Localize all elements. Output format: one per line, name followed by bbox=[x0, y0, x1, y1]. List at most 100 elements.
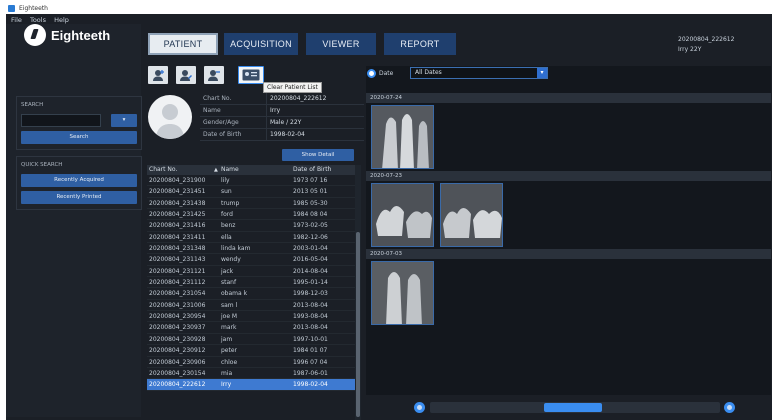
patient-chart-cell: 20200804_231054 bbox=[149, 290, 206, 298]
column-header-name[interactable]: Name bbox=[221, 165, 239, 175]
patient-name-cell: sam l bbox=[221, 301, 238, 309]
delete-patient-button[interactable] bbox=[204, 66, 224, 84]
patient-name-cell: trump bbox=[221, 199, 240, 207]
recently-printed-button[interactable]: Recently Printed bbox=[21, 191, 137, 204]
logo-text: Eighteeth bbox=[51, 27, 111, 43]
clear-patient-list-button[interactable] bbox=[238, 66, 264, 84]
patient-chart-cell: 20200804_230928 bbox=[149, 335, 206, 343]
info-value: Male / 22Y bbox=[266, 117, 364, 128]
patient-row[interactable]: 20200804_230937 mark 2013-08-04 bbox=[147, 322, 355, 334]
patient-row[interactable]: 20200804_230154 mia 1987-06-01 bbox=[147, 368, 355, 380]
patient-name-cell: stanf bbox=[221, 279, 237, 287]
remove-user-icon bbox=[208, 69, 220, 81]
patient-dob-cell: 1996 07 04 bbox=[293, 358, 328, 366]
patient-dob-cell: 1998-12-03 bbox=[293, 290, 328, 298]
column-header-dob[interactable]: Date of Birth bbox=[293, 165, 331, 175]
patient-row[interactable]: 20200804_231121 jack 2014-08-04 bbox=[147, 266, 355, 278]
date-group-header: 2020-07-03 bbox=[366, 249, 771, 259]
date-radio-button[interactable] bbox=[367, 69, 376, 78]
patient-dob-cell: 2014-08-04 bbox=[293, 267, 328, 275]
date-filter-value: All Dates bbox=[415, 69, 442, 76]
logo-mark-icon bbox=[24, 24, 46, 46]
patient-dob-cell: 1998-02-04 bbox=[293, 381, 328, 389]
patient-row[interactable]: 20200804_231411 ella 1982-12-06 bbox=[147, 232, 355, 244]
info-value: 1998-02-04 bbox=[266, 129, 364, 140]
info-value: Irry bbox=[266, 105, 364, 116]
menu-file[interactable]: File bbox=[11, 16, 22, 24]
xray-thumbnail[interactable] bbox=[371, 261, 434, 325]
patient-chart-cell: 20200804_231143 bbox=[149, 256, 206, 264]
patient-dob-cell: 1984 01 07 bbox=[293, 347, 328, 355]
current-user-id: 20200804_222612 bbox=[678, 36, 735, 43]
add-patient-button[interactable] bbox=[148, 66, 168, 84]
patient-list-header: Chart No. ▲ Name Date of Birth bbox=[147, 165, 355, 175]
patient-row[interactable]: 20200804_231006 sam l 2013-08-04 bbox=[147, 300, 355, 312]
current-user-info: 20200804_222612 Irry 22Y bbox=[678, 35, 734, 55]
date-group-header: 2020-07-24 bbox=[366, 93, 771, 103]
info-row-chart-no: Chart No. 20200804_222612 bbox=[200, 93, 364, 105]
xray-thumbnail[interactable] bbox=[371, 183, 434, 247]
info-row-dob: Date of Birth 1998-02-04 bbox=[200, 129, 364, 141]
patient-row[interactable]: 20200804_231348 linda kam 2003-01-04 bbox=[147, 243, 355, 255]
tab-viewer[interactable]: VIEWER bbox=[306, 33, 376, 55]
patient-chart-cell: 20200804_230937 bbox=[149, 324, 206, 332]
person-icon bbox=[156, 104, 184, 139]
next-page-button[interactable] bbox=[724, 402, 735, 413]
tab-patient[interactable]: PATIENT bbox=[148, 33, 218, 55]
search-input[interactable] bbox=[21, 114, 101, 127]
patient-row[interactable]: 20200804_231438 trump 1985 05-30 bbox=[147, 198, 355, 210]
patient-dob-cell: 2013-08-04 bbox=[293, 301, 328, 309]
patient-chart-cell: 20200804_231348 bbox=[149, 245, 206, 253]
search-type-dropdown[interactable]: ▾ bbox=[111, 114, 137, 127]
xray-thumbnail[interactable] bbox=[371, 105, 434, 169]
patient-name-cell: obama k bbox=[221, 290, 248, 298]
show-detail-button[interactable]: Show Detail bbox=[282, 149, 354, 161]
tab-acquisition[interactable]: ACQUISITION bbox=[224, 33, 298, 55]
info-key: Name bbox=[203, 107, 221, 114]
patient-row[interactable]: 20200804_230954 joe M 1993-08-04 bbox=[147, 311, 355, 323]
patient-chart-cell: 20200804_231425 bbox=[149, 211, 206, 219]
patient-row[interactable]: 20200804_231112 stanf 1995-01-14 bbox=[147, 277, 355, 289]
previous-page-button[interactable] bbox=[414, 402, 425, 413]
tab-report[interactable]: REPORT bbox=[384, 33, 456, 55]
logo: Eighteeth bbox=[24, 22, 110, 48]
patient-avatar bbox=[148, 95, 192, 139]
patient-dob-cell: 1985 05-30 bbox=[293, 199, 328, 207]
column-header-chart-no[interactable]: Chart No. bbox=[149, 165, 177, 175]
patient-row[interactable]: 20200804_231451 sun 2013 05 01 bbox=[147, 186, 355, 198]
info-key: Chart No. bbox=[203, 95, 232, 102]
date-filter-select[interactable]: All Dates ▾ bbox=[410, 67, 548, 79]
patient-list-scrollbar[interactable] bbox=[355, 165, 361, 420]
patient-chart-cell: 20200804_230906 bbox=[149, 358, 206, 366]
viewer-scroll-thumb[interactable] bbox=[544, 403, 602, 412]
search-label: SEARCH bbox=[21, 102, 44, 108]
patient-dob-cell: 1993-08-04 bbox=[293, 313, 328, 321]
patient-name-cell: jam bbox=[221, 335, 233, 343]
xray-thumbnail[interactable] bbox=[440, 183, 503, 247]
scrollbar-thumb[interactable] bbox=[356, 232, 360, 417]
patient-row[interactable]: 20200804_230906 chloe 1996 07 04 bbox=[147, 357, 355, 368]
window-title: Eighteeth bbox=[19, 5, 48, 12]
patient-row[interactable]: 20200804_222612 Irry 1998-02-04 bbox=[147, 379, 355, 391]
patient-row[interactable]: 20200804_230928 jam 1997-10-01 bbox=[147, 334, 355, 346]
patient-row[interactable]: 20200804_231143 wendy 2016-05-04 bbox=[147, 254, 355, 266]
info-key: Gender/Age bbox=[203, 119, 239, 126]
patient-row[interactable]: 20200804_231416 benz 1973-02-05 bbox=[147, 220, 355, 232]
edit-patient-button[interactable] bbox=[176, 66, 196, 84]
patient-row[interactable]: 20200804_230912 peter 1984 01 07 bbox=[147, 345, 355, 357]
patient-list: 20200804_231900 lily 1973 07 16 20200804_23… bbox=[147, 175, 355, 420]
patient-chart-cell: 20200804_231006 bbox=[149, 301, 206, 309]
patient-dob-cell: 2016-05-04 bbox=[293, 256, 328, 264]
quick-search-label: QUICK SEARCH bbox=[21, 162, 63, 168]
patient-row[interactable]: 20200804_231054 obama k 1998-12-03 bbox=[147, 288, 355, 300]
patient-info: Chart No. 20200804_222612 Name Irry Gend… bbox=[200, 93, 364, 141]
recently-acquired-button[interactable]: Recently Acquired bbox=[21, 174, 137, 187]
sort-ascending-icon: ▲ bbox=[214, 167, 218, 173]
patient-row[interactable]: 20200804_231425 ford 1984 08 04 bbox=[147, 209, 355, 221]
edit-user-icon bbox=[180, 69, 192, 81]
patient-name-cell: ford bbox=[221, 211, 233, 219]
viewer-scroll-track[interactable] bbox=[430, 402, 720, 413]
patient-row[interactable]: 20200804_231900 lily 1973 07 16 bbox=[147, 175, 355, 187]
search-button[interactable]: Search bbox=[21, 131, 137, 144]
patient-chart-cell: 20200804_230154 bbox=[149, 369, 206, 377]
